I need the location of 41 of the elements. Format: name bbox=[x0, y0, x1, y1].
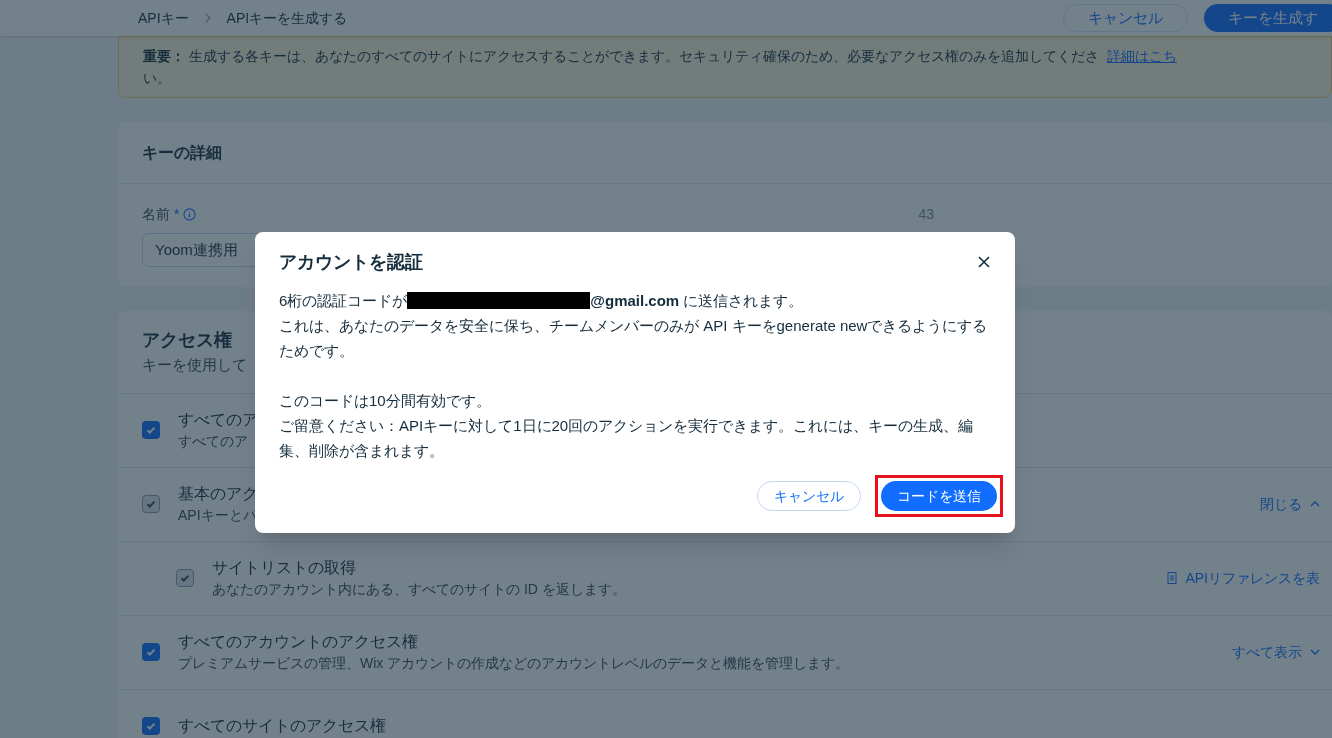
dialog-text: このコードは10分間有効です。 bbox=[279, 391, 492, 411]
dialog-text: これは、あなたのデータを安全に保ち、チームメンバーのみが API キーをgenerate newできるようにするためです。 bbox=[279, 316, 989, 361]
permission-description: プレミアムサービスの管理、Wix アカウントの作成などのアカウントレベルのデータと機能を管理します。 bbox=[178, 654, 850, 673]
check-icon bbox=[145, 424, 157, 436]
required-mark: * bbox=[174, 205, 180, 224]
cancel-button[interactable]: キャンセル bbox=[757, 481, 861, 511]
field-label: 名前 bbox=[142, 205, 170, 224]
check-icon bbox=[145, 720, 157, 732]
close-icon[interactable] bbox=[977, 255, 991, 269]
card-subtitle: キーを使用して bbox=[142, 355, 247, 375]
permission-title: 基本のアク bbox=[178, 484, 258, 504]
checkbox[interactable] bbox=[142, 421, 160, 439]
checkbox[interactable] bbox=[142, 643, 160, 661]
card-title: キーの詳細 bbox=[142, 142, 222, 163]
send-code-button[interactable]: コードを送信 bbox=[881, 481, 997, 511]
card-title: アクセス権 bbox=[142, 329, 232, 352]
dialog-title: アカウントを認証 bbox=[279, 250, 423, 274]
notice-text: い。 bbox=[143, 70, 171, 86]
check-icon bbox=[145, 646, 157, 658]
chevron-right-icon bbox=[204, 13, 211, 23]
chevron-up-icon[interactable] bbox=[1310, 500, 1320, 508]
details-link[interactable]: 詳細はこち bbox=[1106, 45, 1177, 67]
row-link[interactable]: すべて表示 bbox=[1232, 641, 1302, 663]
cancel-button[interactable]: キャンセル bbox=[1063, 4, 1188, 32]
info-icon[interactable] bbox=[183, 208, 197, 221]
permission-description: すべてのア bbox=[178, 432, 249, 451]
breadcrumb-current: APIキーを生成する bbox=[226, 8, 348, 28]
notice-text: 重要： 生成する各キーは、あなたのすべてのサイトにアクセスすることができます。セキュリティ確保のため、必要なアクセス権のみを追加してくださ bbox=[143, 47, 1099, 66]
permission-description: あなたのアカウント内にある、すべてのサイトの ID を返します。 bbox=[212, 580, 626, 599]
dialog-text: 6桁の認証コードが @gmail.com に送信されます。 bbox=[279, 291, 805, 311]
permission-title: すべてのアカウントのアクセス権 bbox=[178, 632, 419, 652]
permission-title: サイトリストの取得 bbox=[212, 558, 357, 578]
chevron-down-icon[interactable] bbox=[1310, 648, 1320, 656]
checkbox[interactable] bbox=[142, 717, 160, 735]
generate-key-button[interactable]: キーを生成す bbox=[1204, 4, 1332, 32]
check-icon bbox=[179, 572, 191, 584]
dialog-text: ご留意ください：APIキーに対して1日に20回のアクションを実行できます。これには、キーの生成、編集、削除が含まれます。 bbox=[279, 416, 975, 461]
permission-title: すべてのサイトのアクセス権 bbox=[178, 716, 386, 736]
document-icon bbox=[1167, 572, 1178, 584]
check-icon bbox=[145, 498, 157, 510]
breadcrumb-link[interactable]: APIキー bbox=[138, 7, 189, 29]
